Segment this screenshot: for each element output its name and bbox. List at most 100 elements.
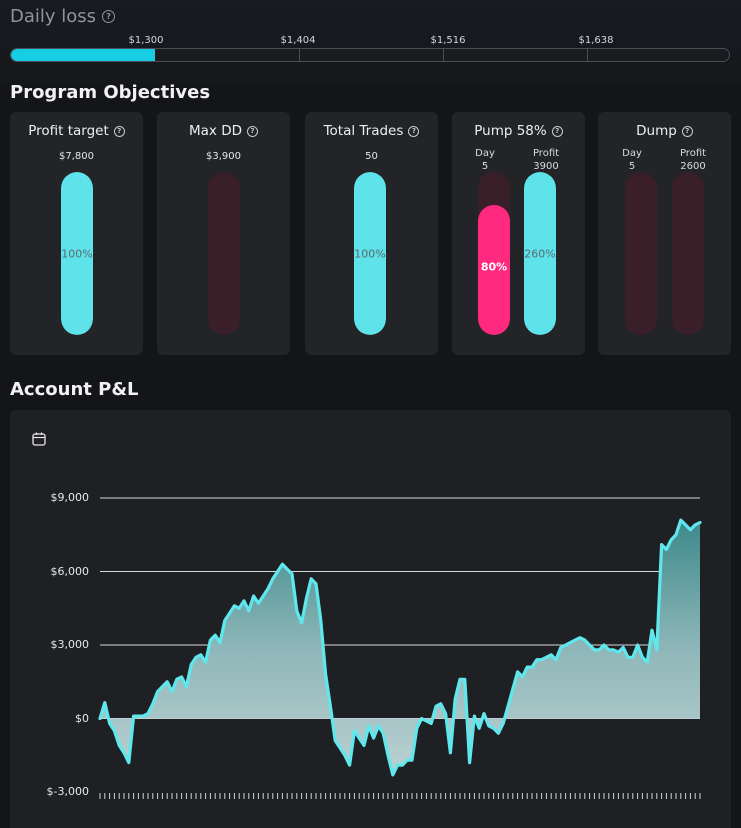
account-pnl-chart-card: $9,000 $6,000 $3,000 $0 $-3,000 xyxy=(10,410,731,828)
pnl-data-point xyxy=(651,629,653,631)
pnl-data-point xyxy=(665,548,668,551)
pnl-data-point xyxy=(238,607,240,609)
help-circle-icon[interactable]: ? xyxy=(681,125,693,137)
pnl-data-point xyxy=(685,524,687,526)
pnl-data-point xyxy=(257,602,259,604)
daily-loss-markers: $1,300 $1,404 $1,516 $1,638 xyxy=(0,35,741,49)
profit-label-text: Profit xyxy=(532,148,560,159)
pnl-data-point xyxy=(617,651,620,653)
pnl-data-point xyxy=(550,654,552,656)
pnl-data-point xyxy=(454,698,456,700)
pnl-data-point xyxy=(459,678,461,680)
pnl-data-point xyxy=(545,656,548,658)
pnl-data-point xyxy=(109,722,111,724)
pnl-data-point xyxy=(560,646,562,649)
pnl-data-point xyxy=(368,725,370,727)
pnl-data-point xyxy=(488,725,490,727)
pnl-data-point xyxy=(401,764,403,766)
pnl-data-point xyxy=(291,573,293,575)
pnl-data-point xyxy=(387,754,389,756)
day-progress-pill: 80% xyxy=(478,172,510,335)
objective-card-profit-target: Profit target ? $7,800 100% xyxy=(10,112,143,355)
daily-loss-progress-fill xyxy=(11,49,155,61)
pnl-data-point xyxy=(310,578,312,580)
profit-progress-pill: 260% xyxy=(524,172,556,335)
card-value: $3,900 xyxy=(206,151,241,162)
pnl-data-point xyxy=(99,717,101,720)
card-value: $7,800 xyxy=(59,151,94,162)
day-label-text: Day xyxy=(622,148,642,159)
daily-loss-title: Daily loss ? xyxy=(10,6,116,27)
card-title: Profit target ? xyxy=(10,123,143,139)
pnl-data-point xyxy=(128,762,130,764)
pnl-data-point xyxy=(440,703,442,705)
pnl-data-point xyxy=(161,686,163,688)
pnl-data-point xyxy=(555,659,557,661)
profit-label-text: Profit xyxy=(679,148,707,159)
help-circle-icon[interactable]: ? xyxy=(551,125,563,137)
pnl-data-point xyxy=(574,639,576,641)
pnl-data-point xyxy=(637,644,639,646)
pnl-data-point xyxy=(171,690,173,693)
progress-percent-label: 100% xyxy=(354,247,386,260)
objective-card-max-dd: Max DD ? $3,900 xyxy=(157,112,290,355)
progress-pill: 100% xyxy=(354,172,386,335)
pnl-chart xyxy=(98,497,702,799)
pnl-data-point xyxy=(478,727,480,729)
pnl-data-point xyxy=(320,619,322,622)
pnl-data-point xyxy=(464,678,466,680)
pnl-data-point xyxy=(392,774,394,776)
card-title-text: Pump 58% xyxy=(474,123,547,139)
card-title-text: Max DD xyxy=(189,123,242,139)
pnl-data-point xyxy=(449,752,451,754)
loss-marker-label: $1,300 xyxy=(128,35,164,46)
daily-loss-label: Daily loss xyxy=(10,6,97,27)
pnl-data-point xyxy=(541,659,543,661)
pnl-data-point xyxy=(118,744,120,747)
help-circle-icon[interactable]: ? xyxy=(113,125,125,137)
pnl-data-point xyxy=(377,725,379,727)
day-value: 5 xyxy=(481,161,489,172)
pnl-data-point xyxy=(243,600,245,602)
pnl-data-point xyxy=(493,727,495,729)
pnl-data-point xyxy=(301,622,303,624)
program-objectives-title: Program Objectives xyxy=(10,82,211,103)
pnl-data-point xyxy=(406,759,408,761)
card-title: Max DD ? xyxy=(157,123,290,139)
day-progress-pill xyxy=(625,172,657,335)
pnl-data-point xyxy=(253,595,255,597)
pnl-data-point xyxy=(113,730,115,732)
day-value: 5 xyxy=(628,161,636,172)
pnl-data-point xyxy=(281,563,283,565)
pnl-data-point xyxy=(512,688,514,690)
help-circle-icon[interactable]: ? xyxy=(102,10,116,23)
pnl-data-point xyxy=(214,634,216,636)
pnl-data-point xyxy=(675,534,677,536)
pnl-data-point xyxy=(483,713,485,715)
day-label: Day 5 xyxy=(460,147,510,173)
account-pnl-title: Account P&L xyxy=(10,379,139,400)
pnl-data-point xyxy=(517,671,519,673)
pnl-data-point xyxy=(435,705,437,707)
pnl-data-point xyxy=(152,703,154,705)
pnl-data-point xyxy=(329,705,331,707)
pnl-data-point xyxy=(689,529,692,531)
pnl-data-point xyxy=(262,595,264,597)
help-circle-icon[interactable]: ? xyxy=(247,125,258,137)
pnl-data-point xyxy=(349,764,351,766)
profit-label: Profit 3900 xyxy=(521,147,571,173)
pnl-data-point xyxy=(502,722,504,724)
pnl-data-point xyxy=(593,649,596,651)
pnl-data-point xyxy=(325,673,327,675)
pnl-data-point xyxy=(286,568,288,570)
pnl-data-point xyxy=(536,659,538,661)
loss-marker-tick xyxy=(443,49,444,61)
card-title-text: Dump xyxy=(636,123,677,139)
help-circle-icon[interactable]: ? xyxy=(408,125,420,137)
pnl-data-point xyxy=(205,661,207,663)
card-title: Total Trades ? xyxy=(305,123,438,139)
pnl-data-point xyxy=(358,737,360,739)
progress-pill: 100% xyxy=(61,172,93,335)
profit-value: 2600 xyxy=(680,161,706,172)
pnl-data-point xyxy=(397,764,399,766)
